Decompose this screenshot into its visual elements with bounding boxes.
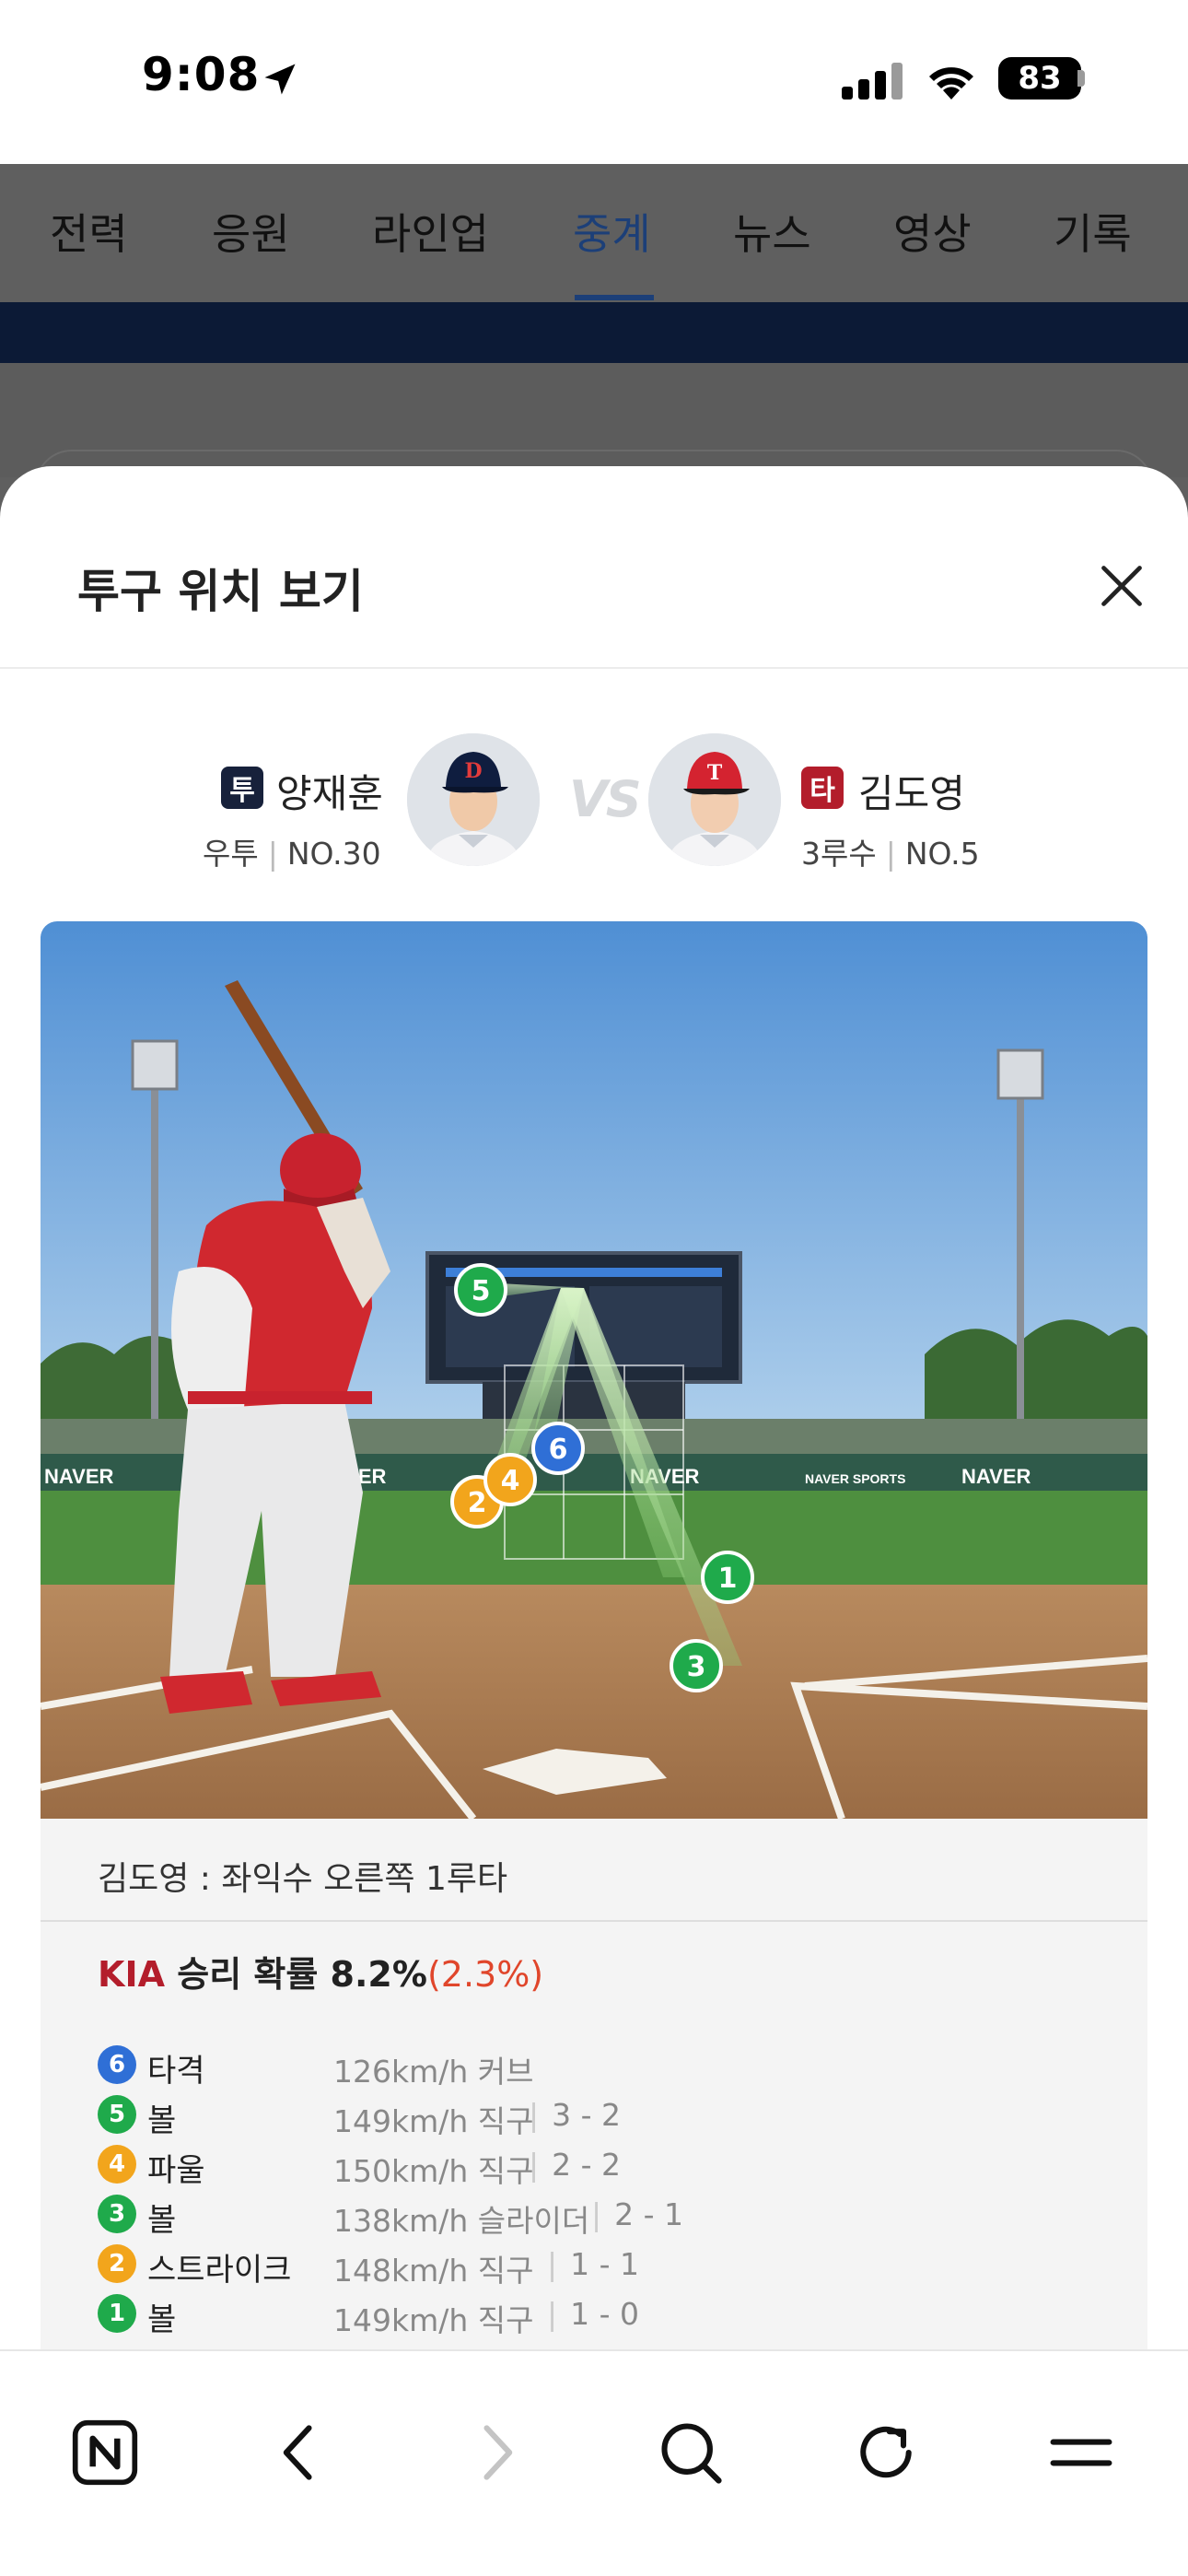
- tab-records[interactable]: 기록: [1054, 201, 1132, 262]
- pitch-result: 스트라이크: [147, 2252, 292, 2289]
- scoreboard-band: [0, 302, 1188, 363]
- pitch-count: | 1 - 1: [547, 2246, 640, 2282]
- back-icon[interactable]: [265, 2418, 335, 2488]
- batter-name: 김도영: [858, 771, 965, 816]
- pitch-row: 1 볼 149km/h 직구 | 1 - 0: [98, 2289, 1111, 2338]
- pitch-number-badge: 5: [98, 2095, 136, 2134]
- pitch-count: | 1 - 0: [547, 2296, 640, 2332]
- pitch-row: 4 파울 150km/h 직구 | 2 - 2: [98, 2139, 1111, 2189]
- batter-avatar[interactable]: T: [648, 733, 781, 866]
- pitch-marker-4[interactable]: 4: [483, 1453, 537, 1506]
- pitcher-hand: 우투: [203, 836, 259, 872]
- wall-ad-5: NAVER: [961, 1465, 1031, 1488]
- win-probability-team: KIA: [98, 1954, 165, 1995]
- at-bat-result: 김도영 : 좌익수 오른쪽 1루타: [98, 1860, 508, 1898]
- sheet-title: 투구 위치 보기: [77, 565, 364, 618]
- pitch-marker-6[interactable]: 6: [531, 1422, 585, 1475]
- forward-icon[interactable]: [460, 2418, 530, 2488]
- pitcher-badge: 투: [221, 767, 263, 809]
- pitch-list: 6 타격 126km/h 커브 5 볼 149km/h 직구 | 3 - 2 4 …: [98, 2040, 1111, 2338]
- pitch-count: | 3 - 2: [529, 2097, 622, 2133]
- cellular-signal-icon: [842, 63, 903, 100]
- batter-position: 3루수: [801, 836, 877, 872]
- pitch-location-sheet: 투구 위치 보기 투 양재훈 우투 | NO.30 D VS T 타 김도영 3…: [0, 466, 1188, 2576]
- pitch-number-badge: 2: [98, 2244, 136, 2283]
- light-tower-left: [151, 1060, 158, 1428]
- browser-toolbar: [0, 2349, 1188, 2576]
- tab-lineup-strength[interactable]: 전력: [50, 201, 128, 262]
- nav-tabs: 전력 응원 라인업 중계 뉴스 영상 기록: [0, 164, 1188, 302]
- svg-text:5: 5: [472, 1275, 491, 1307]
- svg-text:D: D: [464, 759, 482, 783]
- pitch-row: 2 스트라이크 148km/h 직구 | 1 - 1: [98, 2239, 1111, 2289]
- svg-text:6: 6: [549, 1434, 568, 1466]
- menu-icon[interactable]: [1046, 2418, 1116, 2488]
- status-time: 9:08: [142, 48, 261, 101]
- pitch-number-badge: 6: [98, 2045, 136, 2084]
- pitch-speed-type: 149km/h 직구: [333, 2302, 534, 2338]
- search-icon[interactable]: [656, 2418, 726, 2488]
- pitch-row: 3 볼 138km/h 슬라이더 | 2 - 1: [98, 2189, 1111, 2239]
- pitch-result: 파울: [147, 2152, 205, 2189]
- pitch-marker-1[interactable]: 1: [701, 1551, 754, 1604]
- batter-number: NO.5: [904, 836, 980, 872]
- close-icon[interactable]: [1098, 562, 1146, 610]
- svg-text:1: 1: [718, 1563, 738, 1595]
- pitch-marker-5[interactable]: 5: [454, 1263, 507, 1317]
- divider: [41, 1920, 1147, 1922]
- tab-news[interactable]: 뉴스: [733, 201, 811, 262]
- pitch-speed-type: 126km/h 커브: [333, 2054, 534, 2090]
- svg-text:4: 4: [501, 1465, 520, 1497]
- pitch-number-badge: 3: [98, 2195, 136, 2233]
- pitch-count: | 2 - 1: [591, 2196, 684, 2232]
- pitcher-avatar[interactable]: D: [407, 733, 540, 866]
- pitch-result: 볼: [147, 2301, 177, 2338]
- batter-meta: 3루수 | NO.5: [801, 836, 980, 872]
- pitch-marker-3[interactable]: 3: [670, 1639, 723, 1692]
- battery-cap: [1077, 70, 1085, 87]
- pitch-speed-type: 138km/h 슬라이더: [333, 2203, 590, 2239]
- active-tab-indicator: [575, 295, 654, 300]
- tab-broadcast[interactable]: 중계: [573, 201, 651, 262]
- battery-indicator: 83: [998, 57, 1081, 100]
- batter-badge: 타: [801, 767, 844, 809]
- naver-home-icon[interactable]: [70, 2418, 140, 2488]
- pitch-row: 6 타격 126km/h 커브: [98, 2040, 1111, 2090]
- tab-lineup[interactable]: 라인업: [372, 201, 489, 262]
- pitch-result: 볼: [147, 2202, 177, 2239]
- pitch-count: | 2 - 2: [529, 2147, 622, 2183]
- light-tower-right: [1017, 1069, 1024, 1428]
- sheet-header: 투구 위치 보기: [0, 466, 1188, 669]
- pitch-speed-type: 149km/h 직구: [333, 2103, 534, 2139]
- pitcher-number: NO.30: [286, 836, 381, 872]
- pitch-location-field: NAVER NAVER NAVER NAVER SPORTS NAVER: [41, 921, 1147, 1819]
- wifi-icon: [929, 67, 973, 100]
- tab-cheer[interactable]: 응원: [212, 201, 290, 262]
- pitch-row: 5 볼 149km/h 직구 | 3 - 2: [98, 2090, 1111, 2139]
- pitch-number-badge: 4: [98, 2145, 136, 2184]
- win-probability-label: 승리 확률: [177, 1954, 319, 1995]
- pitcher-meta: 우투 | NO.30: [203, 836, 381, 872]
- svg-text:2: 2: [468, 1487, 487, 1519]
- win-probability-delta: (2.3%): [426, 1954, 544, 1995]
- wall-ad-1: NAVER: [44, 1465, 113, 1488]
- pitch-speed-type: 148km/h 직구: [333, 2253, 534, 2289]
- wall-ad-4: NAVER SPORTS: [805, 1471, 905, 1486]
- versus-label: VS: [569, 770, 642, 828]
- svg-text:3: 3: [687, 1651, 706, 1683]
- pitcher-name: 양재훈: [276, 771, 383, 816]
- win-probability-value: 8.2%: [330, 1954, 427, 1995]
- status-bar: 9:08 83: [0, 0, 1188, 164]
- location-arrow-icon: [264, 64, 296, 95]
- pitch-result: 타격: [147, 2053, 205, 2090]
- pitch-result: 볼: [147, 2102, 177, 2139]
- underlying-page: 전력 응원 라인업 중계 뉴스 영상 기록: [0, 164, 1188, 505]
- pitch-speed-type: 150km/h 직구: [333, 2153, 534, 2189]
- refresh-icon[interactable]: [851, 2418, 921, 2488]
- tab-video[interactable]: 영상: [893, 201, 972, 262]
- win-probability: KIA 승리 확률 8.2%(2.3%): [98, 1946, 543, 1996]
- svg-text:T: T: [707, 761, 723, 785]
- pitch-number-badge: 1: [98, 2294, 136, 2333]
